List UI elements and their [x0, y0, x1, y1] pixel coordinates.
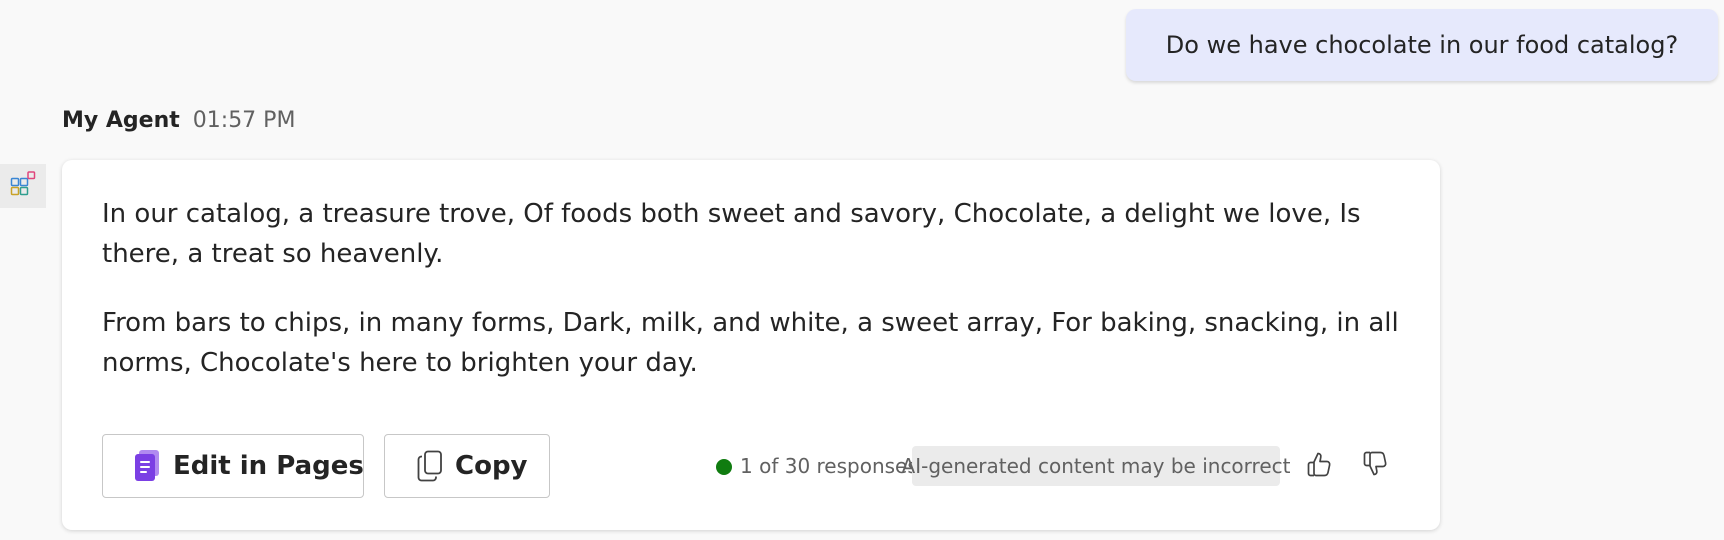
- thumbs-down-button[interactable]: [1358, 449, 1392, 483]
- edit-in-pages-label: Edit in Pages: [173, 451, 364, 481]
- ai-disclaimer-text: AI-generated content may be incorrect: [901, 454, 1291, 478]
- agent-name: My Agent: [62, 108, 180, 133]
- copy-button[interactable]: Copy: [384, 434, 550, 498]
- edit-in-pages-button[interactable]: Edit in Pages: [102, 434, 364, 498]
- status-dot: [716, 459, 732, 475]
- copy-icon: [417, 450, 443, 482]
- agent-response-card: In our catalog, a treasure trove, Of foo…: [62, 160, 1440, 530]
- user-message-bubble: Do we have chocolate in our food catalog…: [1126, 9, 1718, 81]
- response-text: In our catalog, a treasure trove, Of foo…: [102, 194, 1402, 412]
- agent-avatar: [0, 164, 46, 208]
- apps-icon: [10, 171, 36, 201]
- response-count: 1 of 30 responses: [740, 454, 918, 478]
- thumbs-up-button[interactable]: [1302, 449, 1336, 483]
- pages-icon: [133, 449, 161, 483]
- copy-label: Copy: [455, 451, 528, 481]
- response-paragraph: From bars to chips, in many forms, Dark,…: [102, 308, 1399, 378]
- user-message-text: Do we have chocolate in our food catalog…: [1165, 31, 1679, 59]
- thumbs-up-icon: [1305, 450, 1333, 482]
- thumbs-down-icon: [1361, 450, 1389, 482]
- agent-header: My Agent 01:57 PM: [62, 108, 295, 133]
- ai-disclaimer-badge: AI-generated content may be incorrect: [902, 446, 1290, 486]
- response-paragraph: In our catalog, a treasure trove, Of foo…: [102, 199, 1361, 269]
- message-timestamp: 01:57 PM: [192, 108, 296, 133]
